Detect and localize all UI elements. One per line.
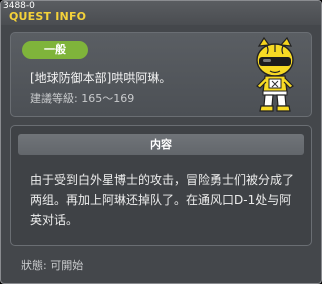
window-title: QUEST INFO xyxy=(9,10,87,23)
quest-name: [地球防御本部]哄哄阿琳。 xyxy=(30,71,172,85)
recommended-level: 建議等級: 165～169 xyxy=(30,92,135,105)
quest-description: 由于受到白外星博士的攻击，冒险勇士们被分成了两组。再加上阿琳还掉队了。在通风口D… xyxy=(30,173,295,227)
category-badge: 一般 xyxy=(22,41,88,59)
quest-status: 狀態: 可開始 xyxy=(21,259,84,272)
yellow-masked-npc-icon xyxy=(256,36,294,112)
quest-info-window: 3488-0 QUEST INFO 一般 [地球防御本部]哄哄阿琳。 建議等級:… xyxy=(0,0,322,284)
content-section-title: 内容 xyxy=(18,134,304,155)
quest-header-panel: 一般 [地球防御本部]哄哄阿琳。 建議等級: 165～169 xyxy=(10,32,312,117)
quest-content-panel: 内容 由于受到白外星博士的攻击，冒险勇士们被分成了两组。再加上阿琳还掉队了。在通… xyxy=(10,125,312,246)
title-bar[interactable]: 3488-0 QUEST INFO xyxy=(1,1,321,25)
